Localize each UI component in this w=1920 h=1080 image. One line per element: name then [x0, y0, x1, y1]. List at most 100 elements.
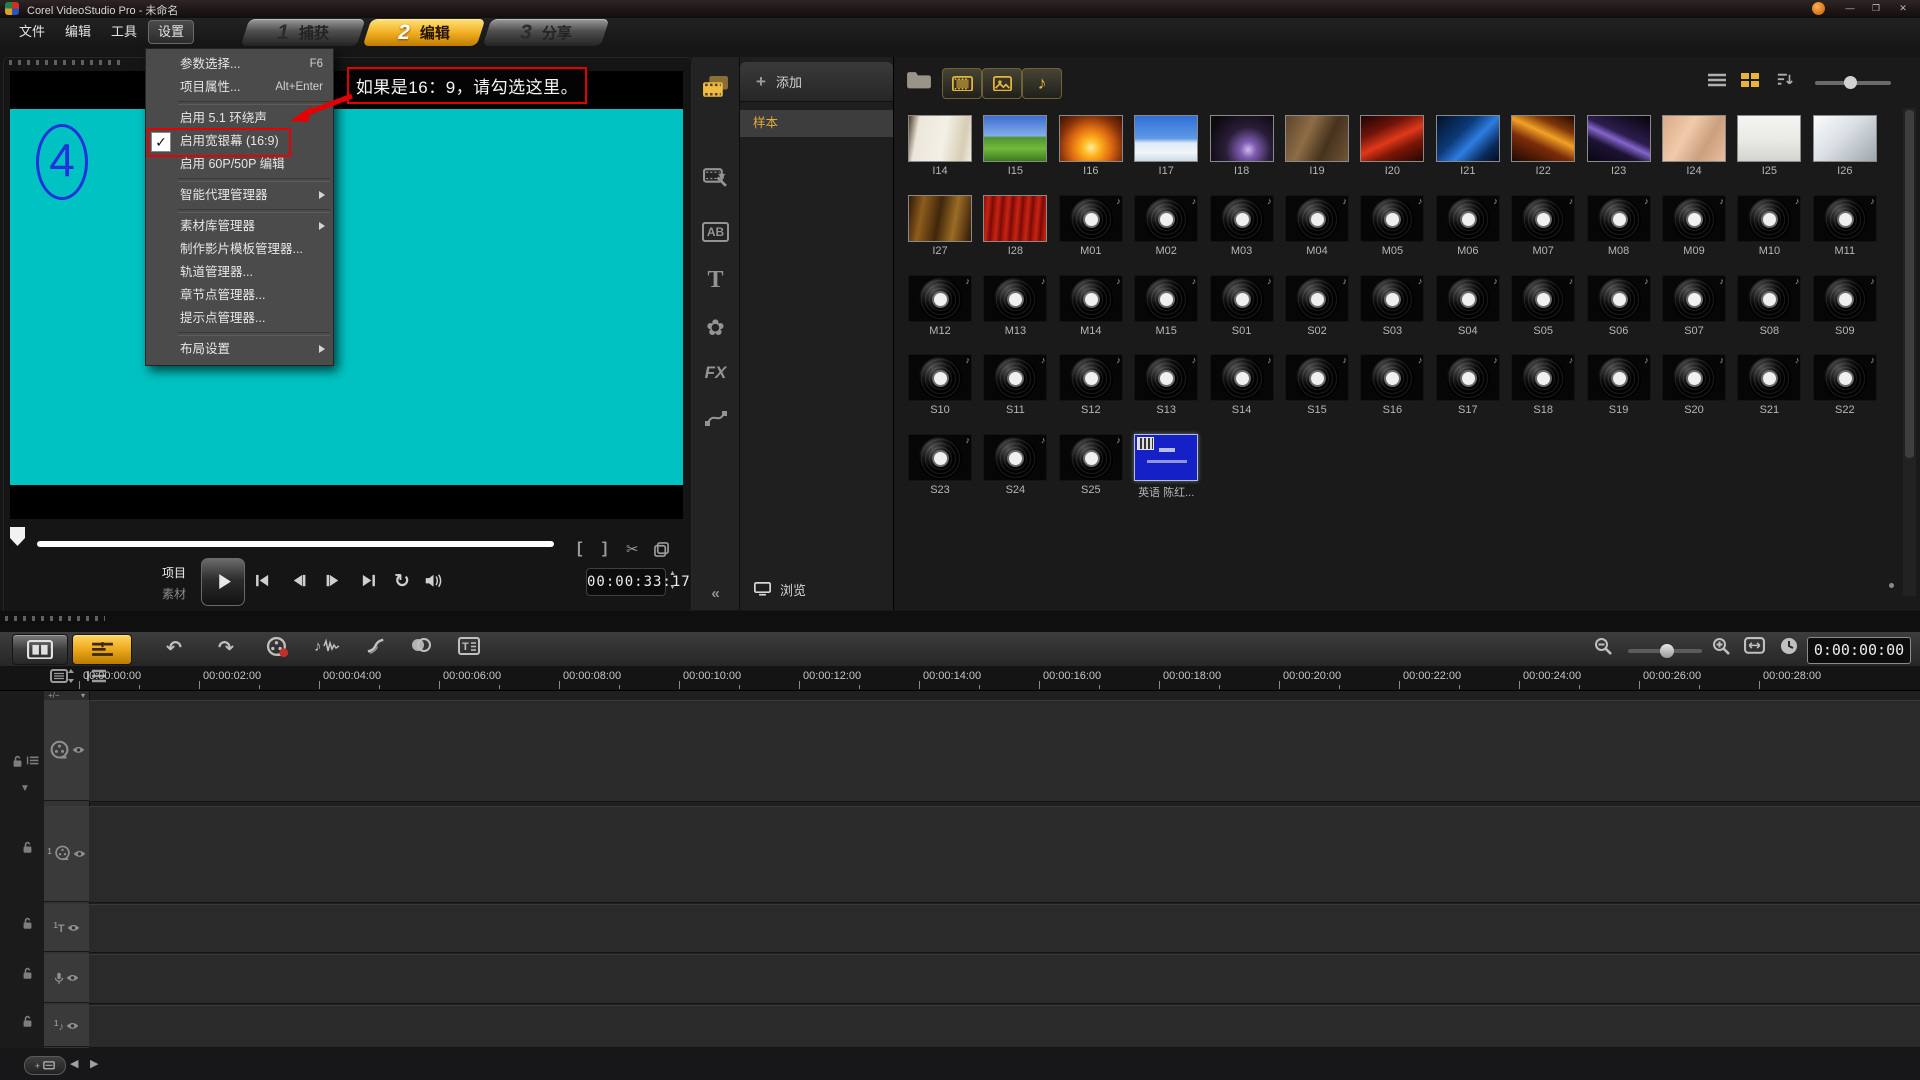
audio-thumbnail[interactable]: ♪: [983, 275, 1047, 322]
storyboard-view-button[interactable]: [12, 634, 68, 665]
lock-icon[interactable]: [22, 917, 33, 930]
clip-mode-label[interactable]: 素材: [162, 585, 186, 602]
audio-thumbnail[interactable]: ♪: [1737, 275, 1801, 322]
subtitle-editor-icon[interactable]: T: [458, 637, 480, 655]
timeline-zoom-knob[interactable]: [1660, 644, 1674, 658]
ripple-edit-icon[interactable]: [366, 637, 389, 654]
menubar-item-设置[interactable]: 设置: [148, 20, 194, 44]
go-to-end-button[interactable]: [360, 573, 377, 588]
image-thumbnail[interactable]: [908, 195, 972, 242]
panel-drag-handle[interactable]: [9, 60, 121, 65]
audio-thumbnail[interactable]: ♪: [1360, 354, 1424, 401]
gallery-item-samples[interactable]: 样本: [740, 110, 893, 137]
expand-track-icon[interactable]: ▼: [20, 783, 30, 794]
close-button[interactable]: ✕: [1893, 2, 1913, 15]
image-thumbnail[interactable]: [1210, 115, 1274, 162]
audio-thumbnail[interactable]: ♪: [1059, 354, 1123, 401]
audio-thumbnail[interactable]: ♪: [908, 434, 972, 481]
instant-project-icon[interactable]: [692, 165, 739, 187]
audio-thumbnail[interactable]: ♪: [1360, 275, 1424, 322]
record-capture-icon[interactable]: [266, 637, 289, 658]
zoom-in-icon[interactable]: [1712, 637, 1730, 655]
menu-item-布局设置[interactable]: 布局设置: [146, 338, 333, 361]
scroll-right-icon[interactable]: ▶: [90, 1057, 98, 1070]
scrollbar-thumb[interactable]: [1905, 110, 1914, 458]
tab-step-编辑[interactable]: 2编辑: [363, 19, 486, 46]
audio-thumbnail[interactable]: ♪: [1134, 195, 1198, 242]
title-track-header[interactable]: 1T: [44, 904, 89, 952]
audio-thumbnail[interactable]: ♪: [1436, 354, 1500, 401]
filter-photo-button[interactable]: [982, 68, 1022, 99]
audio-thumbnail[interactable]: ♪: [1737, 354, 1801, 401]
timecode-up-icon[interactable]: ▲: [667, 568, 678, 580]
show-all-tracks-icon[interactable]: [50, 668, 76, 684]
menu-item-章节点管理器-[interactable]: 章节点管理器...: [146, 284, 333, 307]
audio-thumbnail[interactable]: ♪: [1134, 275, 1198, 322]
image-thumbnail[interactable]: [1436, 115, 1500, 162]
audio-thumbnail[interactable]: ♪: [1210, 354, 1274, 401]
audio-thumbnail[interactable]: ♪: [983, 434, 1047, 481]
audio-thumbnail[interactable]: ♪: [1813, 354, 1877, 401]
repeat-button[interactable]: ↻: [394, 570, 410, 593]
audio-thumbnail[interactable]: ♪: [1059, 434, 1123, 481]
lock-icon[interactable]: [12, 755, 23, 768]
volume-button[interactable]: [424, 573, 443, 589]
image-thumbnail[interactable]: [1059, 115, 1123, 162]
add-gallery-button[interactable]: + 添加: [740, 62, 893, 102]
import-folder-icon[interactable]: [906, 70, 932, 90]
menu-item-提示点管理器-[interactable]: 提示点管理器...: [146, 307, 333, 330]
image-thumbnail[interactable]: [1587, 115, 1651, 162]
mark-in-icon[interactable]: [: [577, 540, 582, 558]
library-scrollbar[interactable]: [1903, 108, 1916, 596]
play-button[interactable]: [201, 558, 245, 606]
audio-thumbnail[interactable]: ♪: [1210, 275, 1274, 322]
enlarge-preview-icon[interactable]: [654, 542, 669, 557]
graphic-icon[interactable]: ✿: [692, 315, 739, 341]
title-icon[interactable]: T: [692, 267, 739, 294]
video-track[interactable]: [89, 700, 1920, 802]
collapse-library-icon[interactable]: «: [692, 585, 739, 602]
title-track[interactable]: [89, 904, 1920, 953]
panel-drag-handle[interactable]: [5, 616, 105, 621]
audio-thumbnail[interactable]: ♪: [1587, 354, 1651, 401]
audio-thumbnail[interactable]: ♪: [1511, 275, 1575, 322]
video-thumbnail[interactable]: [1134, 434, 1198, 481]
sort-button[interactable]: [1776, 72, 1794, 86]
audio-thumbnail[interactable]: ♪: [1059, 275, 1123, 322]
mark-out-icon[interactable]: ]: [602, 540, 607, 558]
split-clip-icon[interactable]: ✂: [626, 540, 639, 558]
trim-handle[interactable]: [10, 527, 25, 546]
go-to-start-button[interactable]: [254, 573, 271, 588]
audio-thumbnail[interactable]: ♪: [1813, 275, 1877, 322]
image-thumbnail[interactable]: [908, 115, 972, 162]
next-frame-button[interactable]: [325, 573, 342, 588]
project-duration-icon[interactable]: [1780, 637, 1798, 655]
scroll-left-icon[interactable]: ◀: [70, 1057, 78, 1070]
browse-button[interactable]: 浏览: [740, 574, 893, 604]
image-thumbnail[interactable]: [1360, 115, 1424, 162]
audio-thumbnail[interactable]: ♪: [1134, 354, 1198, 401]
voice-track-header[interactable]: [44, 954, 89, 1003]
swap-tracks-button[interactable]: +: [24, 1056, 66, 1075]
menu-item-素材库管理器[interactable]: 素材库管理器: [146, 215, 333, 238]
image-thumbnail[interactable]: [1813, 115, 1877, 162]
tab-step-分享[interactable]: 3分享: [483, 19, 610, 46]
timecode-down-icon[interactable]: ▼: [667, 582, 678, 594]
image-thumbnail[interactable]: [1285, 115, 1349, 162]
tab-step-捕获[interactable]: 1捕获: [241, 19, 366, 46]
filter-icon[interactable]: FX: [692, 363, 739, 383]
menubar-item-工具[interactable]: 工具: [102, 21, 146, 43]
video-track-header[interactable]: [44, 700, 89, 801]
audio-thumbnail[interactable]: ♪: [1662, 275, 1726, 322]
motion-path-icon[interactable]: [692, 409, 739, 427]
filter-video-button[interactable]: [942, 68, 982, 99]
image-thumbnail[interactable]: [1662, 115, 1726, 162]
project-mode-label[interactable]: 项目: [162, 564, 186, 581]
image-thumbnail[interactable]: [1134, 115, 1198, 162]
lock-icon[interactable]: [22, 841, 33, 854]
panel-divider-knob[interactable]: [1889, 583, 1894, 588]
checkbox-checked-icon[interactable]: ✓: [151, 132, 171, 152]
list-view-button[interactable]: [1706, 72, 1728, 88]
transition-icon[interactable]: AB: [692, 222, 739, 242]
overlay-track-header[interactable]: 1: [44, 806, 89, 902]
